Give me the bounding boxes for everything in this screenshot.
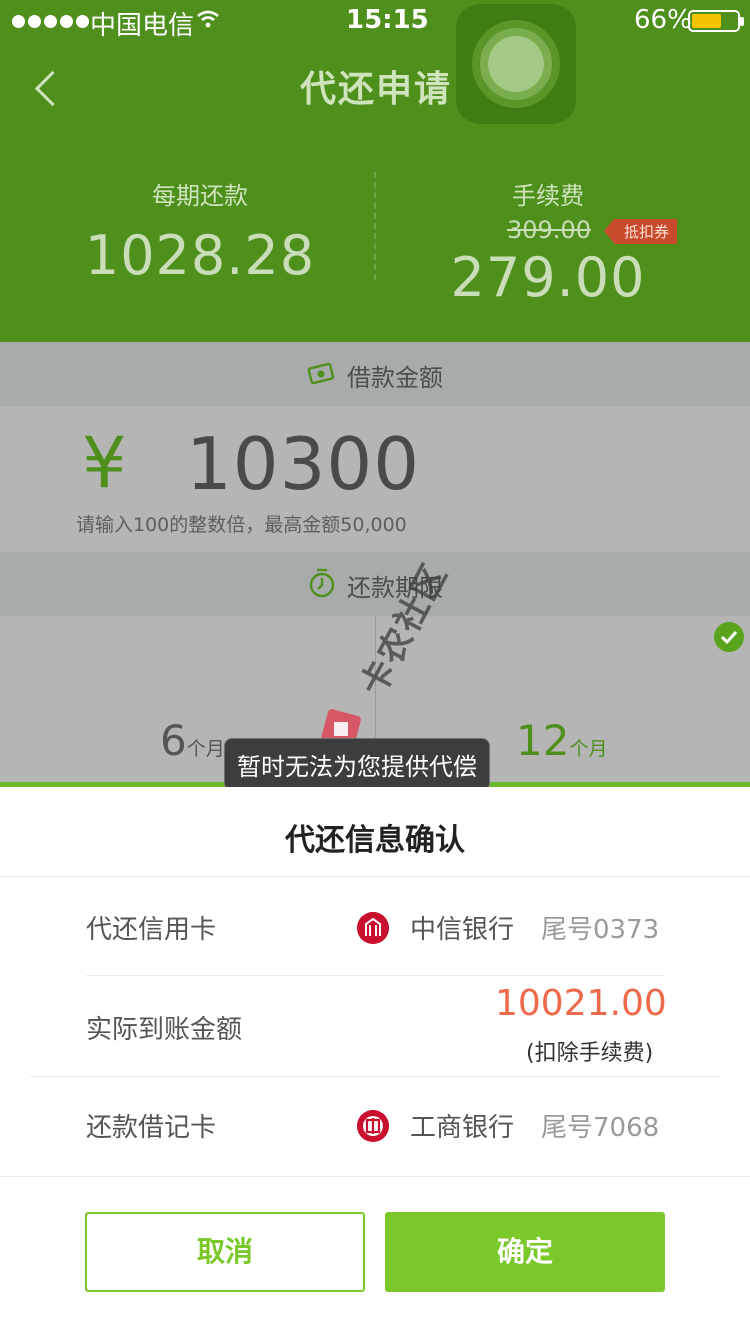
divider <box>86 975 664 976</box>
clock-icon <box>309 568 335 598</box>
per-period-value: 1028.28 <box>84 224 316 287</box>
sheet-title: 代还信息确认 <box>285 823 465 858</box>
money-icon <box>307 362 335 385</box>
divider <box>0 1176 750 1177</box>
coupon-badge: 抵扣券 <box>603 219 678 244</box>
icbc-bank-logo-icon <box>357 1110 389 1142</box>
term-option-6-label: 6个月 <box>160 716 225 765</box>
received-amount-value: 10021.00 <box>495 983 667 1024</box>
summary-header: 中国电信 15:15 66% 代还申请 每期还款 1028.28 手续费 309… <box>0 0 750 342</box>
battery-icon <box>688 10 740 32</box>
loan-amount-header: 借款金额 <box>0 342 750 406</box>
received-amount-label: 实际到账金额 <box>86 1015 243 1045</box>
credit-card-label: 代还信用卡 <box>86 915 217 945</box>
loan-amount-panel: ¥ 10300 请输入100的整数倍，最高金额50,000 <box>0 406 750 552</box>
term-unit: 个月 <box>569 738 608 760</box>
status-time: 15:15 <box>346 5 429 35</box>
fee-label: 手续费 <box>512 182 584 210</box>
summary-divider <box>374 172 376 280</box>
carrier-name: 中国电信 <box>90 11 195 41</box>
fee-deduction-note: (扣除手续费) <box>526 1041 654 1066</box>
term-number: 6 <box>160 716 187 765</box>
page-title: 代还申请 <box>300 69 453 110</box>
citic-bank-logo-icon <box>357 912 389 944</box>
chevron-left-icon <box>34 70 71 107</box>
battery-tip <box>740 17 744 26</box>
error-toast: 暂时无法为您提供代偿 <box>224 738 490 791</box>
term-number: 12 <box>516 716 570 765</box>
loan-amount-hint: 请输入100的整数倍，最高金额50,000 <box>76 514 407 536</box>
divider <box>30 1076 720 1077</box>
confirm-sheet: 代还信息确认 代还信用卡 中信银行 尾号0373 实际到账金额 10021.00… <box>0 787 750 1334</box>
term-option-12-label: 12个月 <box>516 716 607 765</box>
divider <box>0 876 750 877</box>
term-unit: 个月 <box>186 738 225 760</box>
signal-dots-icon <box>12 13 92 32</box>
back-button[interactable] <box>24 62 74 112</box>
assistive-touch-button[interactable] <box>456 4 576 124</box>
term-header: 还款期限 <box>0 552 750 616</box>
assistive-ring-inner <box>488 36 544 92</box>
battery-level <box>692 14 721 28</box>
confirm-button[interactable]: 确定 <box>385 1212 665 1292</box>
debit-card-label: 还款借记卡 <box>86 1113 217 1143</box>
battery-percent: 66% <box>634 5 692 35</box>
loan-amount-input[interactable]: 10300 <box>186 422 420 506</box>
wifi-icon <box>197 10 219 28</box>
credit-card-bank: 中信银行 <box>410 915 515 945</box>
cancel-button[interactable]: 取消 <box>85 1212 365 1292</box>
debit-card-bank: 工商银行 <box>410 1113 515 1143</box>
currency-symbol: ¥ <box>82 422 127 504</box>
fee-original: 309.00 <box>507 216 591 244</box>
credit-card-tail: 尾号0373 <box>541 915 660 945</box>
loan-amount-title: 借款金额 <box>347 364 443 392</box>
fee-value: 279.00 <box>450 246 646 309</box>
selected-check-icon <box>714 622 744 652</box>
per-period-label: 每期还款 <box>152 182 248 210</box>
debit-card-tail: 尾号7068 <box>541 1113 660 1143</box>
